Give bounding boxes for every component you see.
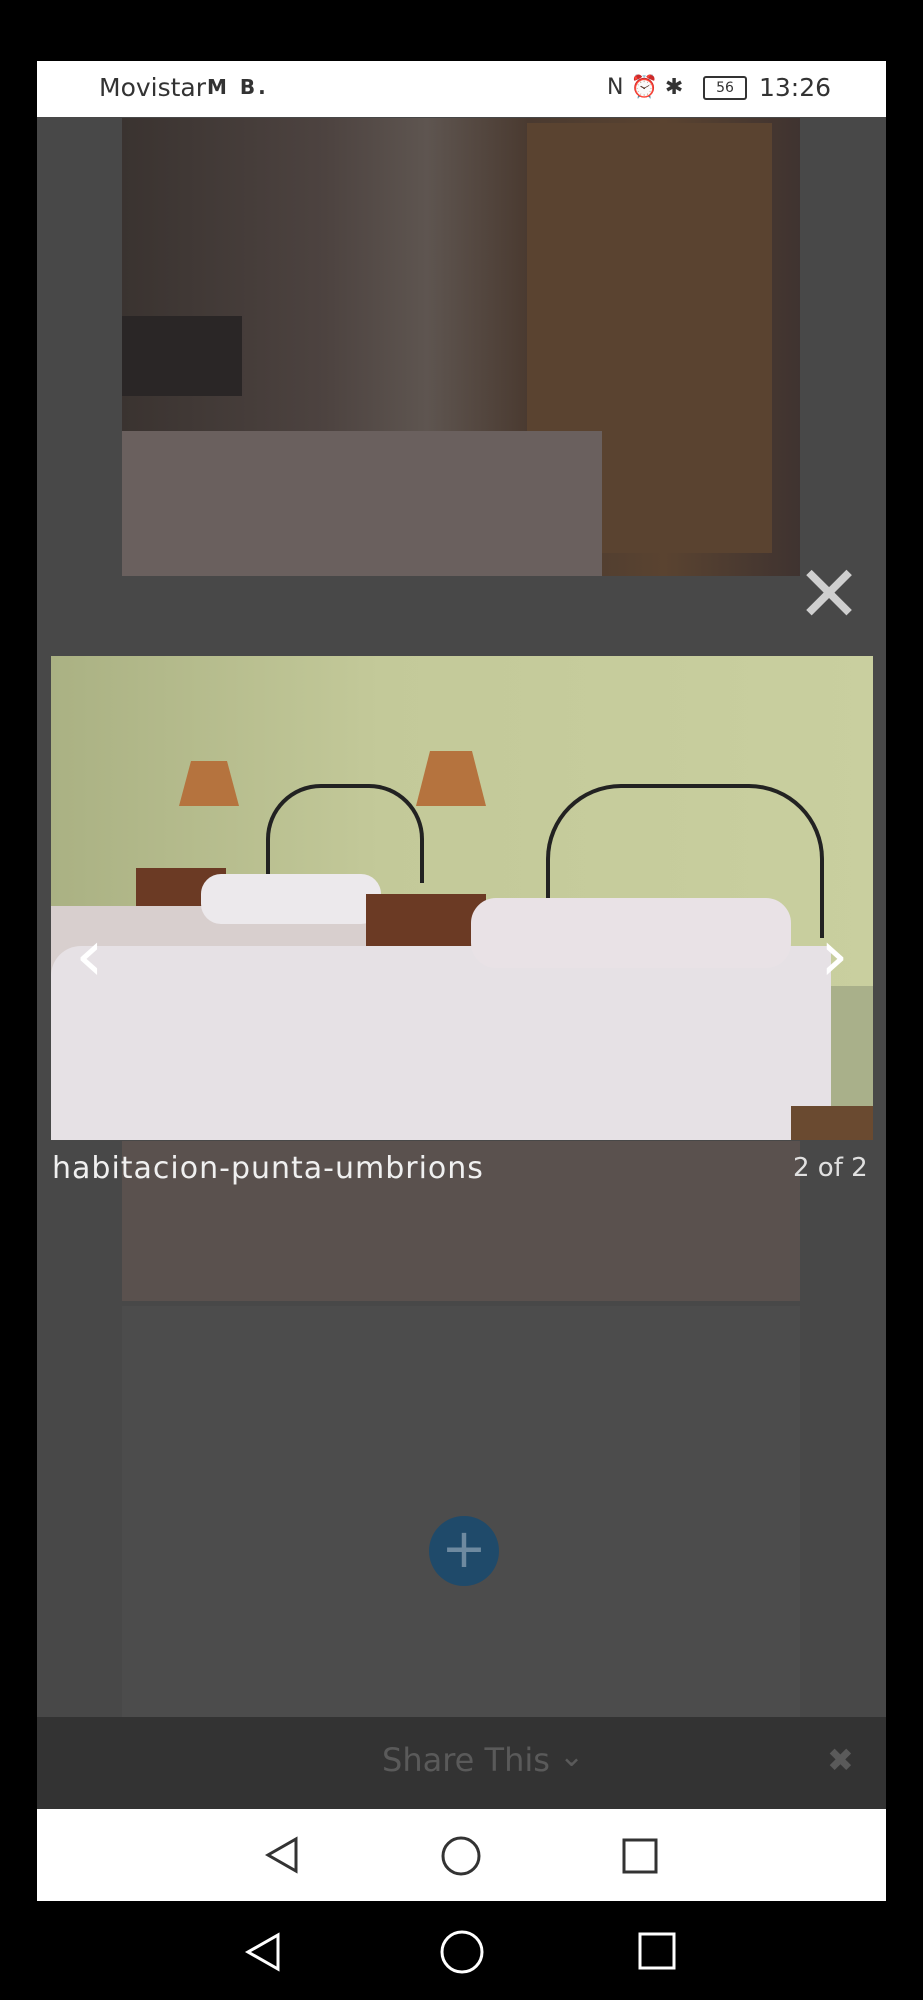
system-navigation-bar <box>0 1901 923 2000</box>
carrier-name: Movistar <box>99 73 207 102</box>
background-headboard <box>122 316 242 396</box>
bed <box>51 946 831 1140</box>
share-bar: Share This ⌄ ✖ <box>37 1717 886 1809</box>
headboard <box>266 784 424 883</box>
home-icon[interactable] <box>439 1929 485 1975</box>
lightbox-image <box>51 656 873 1140</box>
chevron-right-icon[interactable]: › <box>820 919 849 991</box>
home-icon <box>441 1836 481 1876</box>
clock: 13:26 <box>759 73 832 102</box>
back-icon[interactable] <box>242 1931 284 1973</box>
notification-icons: M B. <box>207 75 269 99</box>
battery-icon: 56 <box>703 76 747 100</box>
image-counter: 2 of 2 <box>793 1153 868 1183</box>
phone-screen: Movistar M B. N ⏰ ✱ 56 13:26 + Share Thi… <box>37 61 886 1901</box>
back-icon <box>264 1836 298 1874</box>
system-icons: N ⏰ ✱ <box>607 75 684 100</box>
chevron-down-icon: ⌄ <box>559 1739 585 1774</box>
image-caption: habitacion-punta-umbrions <box>52 1151 484 1186</box>
pillow <box>201 874 381 924</box>
share-label: Share This <box>382 1741 550 1779</box>
chevron-left-icon[interactable]: ‹ <box>75 919 104 991</box>
inner-navigation-bar <box>37 1809 886 1901</box>
plus-icon: + <box>429 1516 499 1586</box>
close-icon[interactable]: ✕ <box>793 556 865 634</box>
pillow <box>471 898 791 968</box>
recents-icon[interactable] <box>637 1931 677 1971</box>
share-close-icon: ✖ <box>827 1741 854 1779</box>
status-bar: Movistar M B. N ⏰ ✱ 56 13:26 <box>37 61 886 117</box>
background-bed <box>122 431 602 576</box>
recents-icon <box>622 1838 658 1874</box>
